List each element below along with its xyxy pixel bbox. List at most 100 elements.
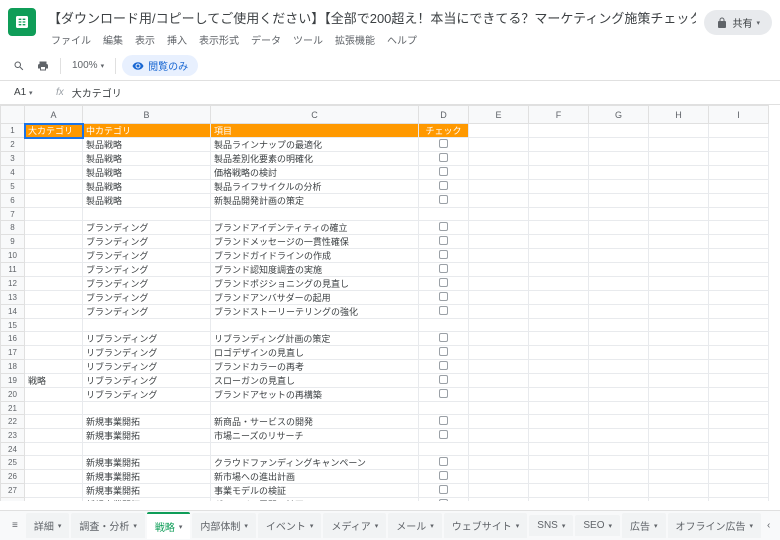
menu-表示形式[interactable]: 表示形式	[194, 30, 244, 49]
cell-c[interactable]: クラウドファンディングキャンペーン	[211, 456, 419, 470]
checkbox[interactable]	[439, 236, 448, 245]
cell-b[interactable]: 新規事業開拓	[83, 498, 211, 502]
checkbox[interactable]	[439, 250, 448, 259]
cell-check[interactable]	[419, 498, 469, 502]
cell-check[interactable]	[419, 456, 469, 470]
cell-b[interactable]	[83, 208, 211, 221]
checkbox[interactable]	[439, 416, 448, 425]
all-sheets-button[interactable]: ≡	[6, 516, 24, 535]
sheet-tab-イベント[interactable]: イベント▾	[258, 513, 322, 538]
cell-check[interactable]	[419, 263, 469, 277]
cell-b[interactable]: ブランディング	[83, 277, 211, 291]
checkbox[interactable]	[439, 430, 448, 439]
cell-c[interactable]	[211, 402, 419, 415]
checkbox[interactable]	[439, 167, 448, 176]
cell-c[interactable]: 新商品・サービスの開発	[211, 415, 419, 429]
row-header[interactable]: 27	[1, 484, 25, 498]
menu-ファイル[interactable]: ファイル	[46, 30, 96, 49]
checkbox[interactable]	[439, 333, 448, 342]
col-header-A[interactable]: A	[25, 106, 83, 124]
sheet-tab-詳細[interactable]: 詳細▾	[26, 513, 70, 538]
row-header[interactable]: 18	[1, 360, 25, 374]
cell-c[interactable]: リブランディング計画の策定	[211, 332, 419, 346]
cell-a[interactable]: 戦略	[25, 374, 83, 388]
cell-check[interactable]	[419, 332, 469, 346]
cell-check[interactable]	[419, 208, 469, 221]
row-header[interactable]: 13	[1, 291, 25, 305]
row-header[interactable]: 26	[1, 470, 25, 484]
cell-check[interactable]	[419, 415, 469, 429]
checkbox[interactable]	[439, 264, 448, 273]
cell-b[interactable]: 新規事業開拓	[83, 415, 211, 429]
cell-c[interactable]: ブランドポジショニングの見直し	[211, 277, 419, 291]
grid[interactable]: ABCDEFGHI1大カテゴリ中カテゴリ項目チェック2製品戦略製品ラインナップの…	[0, 105, 780, 501]
cell-c[interactable]: ブランドカラーの再考	[211, 360, 419, 374]
row-header[interactable]: 23	[1, 429, 25, 443]
row-header[interactable]: 25	[1, 456, 25, 470]
cell-check[interactable]	[419, 470, 469, 484]
col-header-D[interactable]: D	[419, 106, 469, 124]
cell-c[interactable]: スローガンの見直し	[211, 374, 419, 388]
cell-a[interactable]	[25, 429, 83, 443]
tab-scroll-left[interactable]: ‹	[763, 520, 774, 531]
cell-check[interactable]	[419, 319, 469, 332]
cell-a[interactable]	[25, 346, 83, 360]
cell-a[interactable]	[25, 138, 83, 152]
cell-b[interactable]: 新規事業開拓	[83, 470, 211, 484]
cell-c[interactable]: ブランド認知度調査の実施	[211, 263, 419, 277]
cell-c[interactable]: ブランドメッセージの一貫性確保	[211, 235, 419, 249]
header-cell[interactable]: 項目	[211, 124, 419, 138]
cell-check[interactable]	[419, 402, 469, 415]
document-title[interactable]: 【ダウンロード用/コピーしてご使用ください】【全部で200超え！本当にできてる？…	[44, 6, 696, 29]
cell-a[interactable]	[25, 332, 83, 346]
col-header-H[interactable]: H	[649, 106, 709, 124]
cell-c[interactable]: 製品ライフサイクルの分析	[211, 180, 419, 194]
cell-b[interactable]	[83, 402, 211, 415]
row-header[interactable]: 16	[1, 332, 25, 346]
row-header[interactable]: 20	[1, 388, 25, 402]
tab-scroll-right[interactable]: ›	[776, 520, 780, 531]
cell-check[interactable]	[419, 277, 469, 291]
cell-a[interactable]	[25, 498, 83, 502]
cell-a[interactable]	[25, 456, 83, 470]
sheet-tab-オフライン広告[interactable]: オフライン広告▾	[668, 513, 762, 538]
sheet-tab-広告[interactable]: 広告▾	[622, 513, 666, 538]
cell-check[interactable]	[419, 152, 469, 166]
checkbox[interactable]	[439, 181, 448, 190]
cell-c[interactable]: 新製品開発計画の策定	[211, 194, 419, 208]
cell-c[interactable]: グローバル展開の計画	[211, 498, 419, 502]
menu-表示[interactable]: 表示	[130, 30, 160, 49]
checkbox[interactable]	[439, 457, 448, 466]
cell-check[interactable]	[419, 346, 469, 360]
row-header[interactable]: 2	[1, 138, 25, 152]
cell-a[interactable]	[25, 319, 83, 332]
sheet-tab-戦略[interactable]: 戦略▾	[147, 512, 191, 539]
cell-a[interactable]	[25, 443, 83, 456]
cell-b[interactable]: ブランディング	[83, 235, 211, 249]
cell-b[interactable]: リブランディング	[83, 374, 211, 388]
cell-c[interactable]: ブランドアイデンティティの確立	[211, 221, 419, 235]
menu-ヘルプ[interactable]: ヘルプ	[382, 30, 422, 49]
col-header-I[interactable]: I	[709, 106, 769, 124]
cell-b[interactable]: ブランディング	[83, 263, 211, 277]
cell-b[interactable]	[83, 443, 211, 456]
cell-b[interactable]: 製品戦略	[83, 166, 211, 180]
cell-a[interactable]	[25, 221, 83, 235]
cell-a[interactable]	[25, 277, 83, 291]
col-header-F[interactable]: F	[529, 106, 589, 124]
header-cell[interactable]: 大カテゴリ	[25, 124, 83, 138]
cell-b[interactable]: リブランディング	[83, 346, 211, 360]
formula-bar[interactable]: 大カテゴリ	[72, 85, 122, 100]
row-header[interactable]: 5	[1, 180, 25, 194]
cell-b[interactable]: ブランディング	[83, 221, 211, 235]
view-only-badge[interactable]: 閲覧のみ	[122, 55, 198, 76]
cell-a[interactable]	[25, 415, 83, 429]
row-header[interactable]: 15	[1, 319, 25, 332]
checkbox[interactable]	[439, 485, 448, 494]
cell-c[interactable]: ブランドガイドラインの作成	[211, 249, 419, 263]
cell-c[interactable]: ブランドアンバサダーの起用	[211, 291, 419, 305]
row-header[interactable]: 4	[1, 166, 25, 180]
row-header[interactable]: 11	[1, 263, 25, 277]
cell-a[interactable]	[25, 235, 83, 249]
cell-check[interactable]	[419, 374, 469, 388]
